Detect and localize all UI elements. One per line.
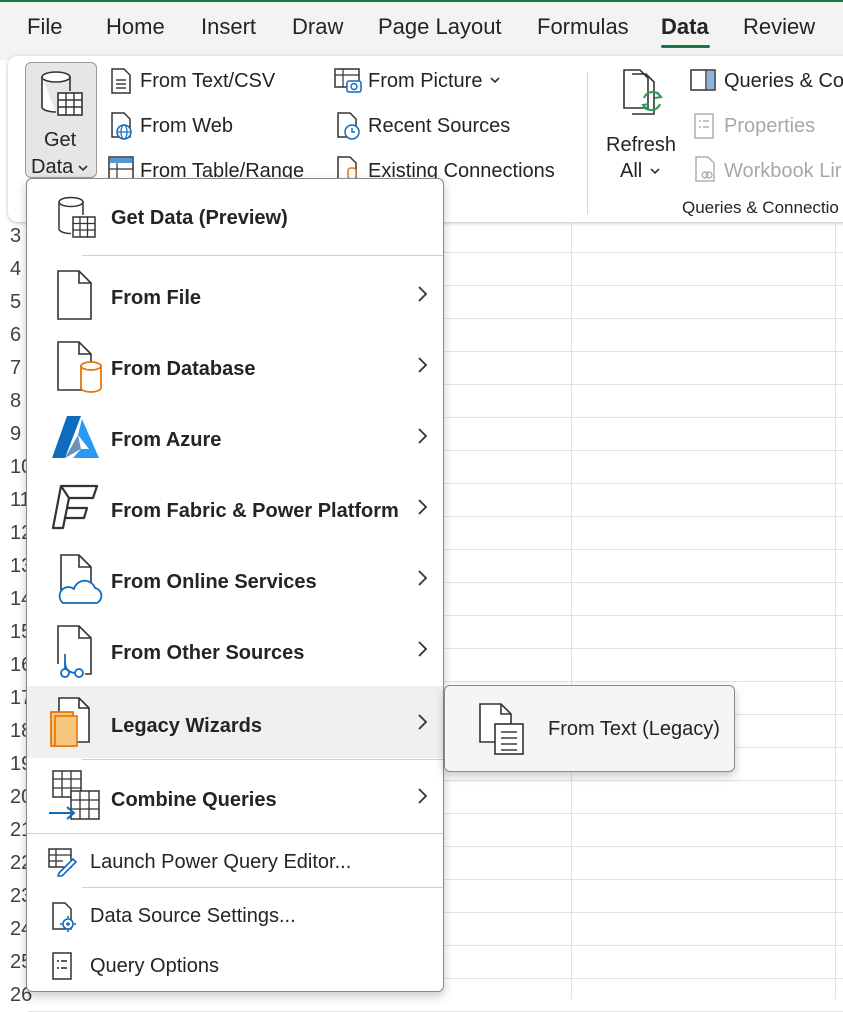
get-data-label-1: Get xyxy=(44,129,77,151)
recent-sources-button[interactable]: Recent Sources xyxy=(368,115,510,138)
from-text-csv-button[interactable]: From Text/CSV xyxy=(140,70,275,93)
settings-icon xyxy=(52,902,76,932)
from-web-button[interactable]: From Web xyxy=(140,115,233,138)
chevron-right-icon xyxy=(418,357,428,373)
table-range-icon xyxy=(108,156,134,180)
workbook-links-icon xyxy=(695,156,715,182)
from-azure-label: From Azure xyxy=(111,429,222,451)
properties-button[interactable]: Properties xyxy=(724,115,815,138)
from-azure-item[interactable]: From Azure xyxy=(27,405,443,473)
from-file-item[interactable]: From File xyxy=(27,263,443,331)
query-editor-icon xyxy=(48,848,77,877)
get-data-dropdown: Get Data (Preview) From File From Databa… xyxy=(26,178,444,992)
get-data-preview-label: Get Data (Preview) xyxy=(111,207,288,229)
data-source-settings-item[interactable]: Data Source Settings... xyxy=(27,893,443,939)
from-text-legacy-item[interactable]: From Text (Legacy) xyxy=(445,686,734,771)
query-options-item[interactable]: Query Options xyxy=(27,943,443,989)
database-table-icon xyxy=(58,196,96,238)
menu-divider xyxy=(82,887,443,888)
chevron-right-icon xyxy=(418,788,428,804)
get-data-label-2: Data xyxy=(31,156,74,178)
from-fabric-item[interactable]: From Fabric & Power Platform xyxy=(27,476,443,544)
options-icon xyxy=(52,952,72,980)
query-options-label: Query Options xyxy=(90,955,219,977)
refresh-label-1: Refresh xyxy=(606,134,677,156)
from-other-sources-label: From Other Sources xyxy=(111,642,305,664)
text-file-icon xyxy=(479,703,524,755)
text-csv-icon xyxy=(111,68,131,94)
menu-divider xyxy=(82,759,443,760)
tab-formulas[interactable]: Formulas xyxy=(537,14,629,40)
get-data-preview-item[interactable]: Get Data (Preview) xyxy=(27,179,443,255)
tab-review[interactable]: Review xyxy=(743,14,815,40)
ribbon-group-label: Queries & Connectio xyxy=(682,198,839,217)
chevron-down-icon xyxy=(78,165,88,172)
accent-line xyxy=(0,0,843,2)
chevron-right-icon xyxy=(418,428,428,444)
from-database-item[interactable]: From Database xyxy=(27,334,443,402)
from-online-services-label: From Online Services xyxy=(111,571,317,593)
launch-power-query-editor-item[interactable]: Launch Power Query Editor... xyxy=(27,839,443,885)
cloud-icon xyxy=(58,554,103,604)
from-online-services-item[interactable]: From Online Services xyxy=(27,547,443,615)
legacy-wizards-item[interactable]: Legacy Wizards xyxy=(27,686,443,758)
picture-icon xyxy=(334,68,362,93)
combine-icon xyxy=(49,770,100,820)
fabric-icon xyxy=(51,484,99,530)
chevron-right-icon xyxy=(418,570,428,586)
legacy-icon xyxy=(50,697,90,747)
grid-line xyxy=(835,222,836,999)
refresh-label-2: All xyxy=(620,160,643,182)
azure-icon xyxy=(52,416,99,458)
other-sources-icon xyxy=(57,625,92,678)
database-table-icon xyxy=(41,71,83,116)
refresh-icon xyxy=(623,69,663,115)
queries-connections-button[interactable]: Queries & Co xyxy=(724,70,843,93)
from-text-legacy-label: From Text (Legacy) xyxy=(548,718,720,740)
active-tab-indicator xyxy=(661,45,710,48)
workbook-links-button[interactable]: Workbook Lir xyxy=(724,160,841,183)
grid-line xyxy=(571,222,572,999)
menu-divider xyxy=(82,255,443,256)
tab-home[interactable]: Home xyxy=(106,14,165,40)
tab-data[interactable]: Data xyxy=(661,14,709,40)
chevron-right-icon xyxy=(418,286,428,302)
from-picture-button[interactable]: From Picture xyxy=(368,70,482,93)
tab-insert[interactable]: Insert xyxy=(201,14,256,40)
chevron-right-icon xyxy=(418,499,428,515)
from-database-label: From Database xyxy=(111,358,256,380)
legacy-wizards-label: Legacy Wizards xyxy=(111,715,262,737)
database-icon xyxy=(57,341,102,393)
chevron-right-icon xyxy=(418,714,428,730)
properties-icon xyxy=(694,113,714,139)
from-other-sources-item[interactable]: From Other Sources xyxy=(27,618,443,686)
from-file-label: From File xyxy=(111,287,202,309)
tab-draw[interactable]: Draw xyxy=(292,14,343,40)
existing-connections-icon xyxy=(337,156,357,180)
tab-file[interactable]: File xyxy=(27,14,62,40)
menu-divider xyxy=(27,833,443,834)
ribbon-group-divider xyxy=(587,72,588,214)
menu-bar: File Home Insert Draw Page Layout Formul… xyxy=(0,0,843,60)
chevron-down-icon xyxy=(650,168,660,175)
combine-queries-label: Combine Queries xyxy=(111,789,277,811)
recent-sources-icon xyxy=(337,112,360,140)
file-icon xyxy=(57,270,92,320)
combine-queries-item[interactable]: Combine Queries xyxy=(27,763,443,831)
chevron-down-icon xyxy=(490,77,500,84)
from-fabric-label: From Fabric & Power Platform xyxy=(111,500,399,522)
legacy-wizards-submenu: From Text (Legacy) xyxy=(444,685,735,772)
web-icon xyxy=(111,112,132,140)
tab-page-layout[interactable]: Page Layout xyxy=(378,14,502,40)
get-data-button[interactable]: Get Data xyxy=(25,62,97,178)
queries-connections-icon xyxy=(690,69,716,91)
chevron-right-icon xyxy=(418,641,428,657)
data-source-settings-label: Data Source Settings... xyxy=(90,905,296,927)
launch-power-query-editor-label: Launch Power Query Editor... xyxy=(90,851,352,873)
refresh-all-button[interactable]: Refresh All xyxy=(600,62,680,182)
